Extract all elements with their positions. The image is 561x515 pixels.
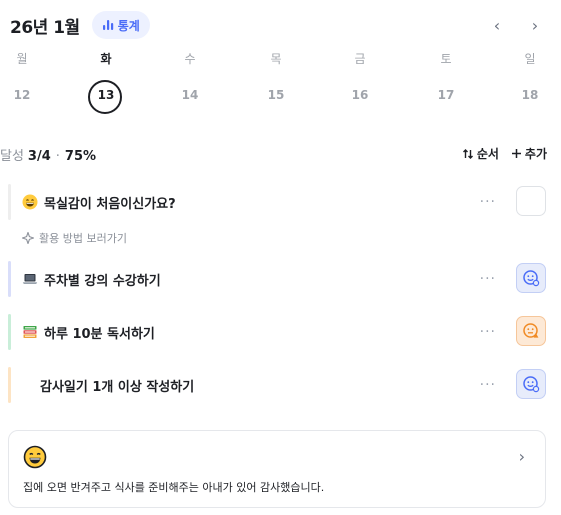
week-nav: ‹ › — [489, 10, 543, 40]
task-checkbox[interactable] — [516, 263, 546, 293]
weekday-label: 목 — [270, 52, 282, 66]
smile-status-icon — [523, 270, 540, 287]
diary-text: 집에 오면 반겨주고 식사를 준비해주는 아내가 있어 감사했습니다. — [23, 481, 325, 494]
task-title-text: 주차별 강의 수강하기 — [44, 273, 161, 289]
task-title-text: 감사일기 1개 이상 작성하기 — [40, 379, 195, 395]
task-color-bar — [8, 184, 11, 220]
meh-status-icon — [523, 323, 539, 338]
laptop-icon — [22, 274, 38, 284]
plus-icon — [511, 149, 521, 158]
summary-separator: · — [55, 149, 60, 164]
weekday-label: 토 — [440, 52, 452, 66]
weekday-label: 수 — [184, 52, 196, 66]
more-options-button[interactable]: ··· — [480, 377, 496, 393]
task-checkbox[interactable] — [516, 316, 546, 346]
list-actions: 순서 추가 — [462, 145, 547, 162]
task-title: 목실감이 처음이신가요? — [22, 193, 176, 212]
order-button[interactable]: 순서 — [462, 145, 499, 162]
weekday-label: 화 — [100, 52, 112, 66]
more-options-button[interactable]: ··· — [480, 194, 496, 210]
order-label: 순서 — [476, 147, 499, 161]
task-title: 주차별 강의 수강하기 — [22, 270, 161, 289]
next-week-button[interactable]: › — [527, 16, 543, 35]
day-number[interactable]: 17 — [426, 88, 466, 102]
grin-face-icon — [22, 194, 38, 210]
achievement-percent: 75% — [64, 149, 97, 164]
prev-week-button[interactable]: ‹ — [489, 16, 505, 35]
task-color-bar — [8, 314, 11, 350]
chart-icon — [102, 20, 113, 30]
task-title-text: 목실감이 처음이신가요? — [44, 196, 176, 212]
achievement-count: 3/4 — [27, 149, 51, 164]
more-options-button[interactable]: ··· — [480, 324, 496, 340]
task-row[interactable]: 감사일기 1개 이상 작성하기 ··· — [8, 367, 548, 403]
achievement-label: 달성 — [0, 149, 24, 164]
task-title: 하루 10분 독서하기 — [22, 323, 155, 342]
task-row[interactable]: 주차별 강의 수강하기 ··· — [8, 261, 548, 297]
calendar-header: 26년 1월 통계 — [10, 10, 150, 40]
task-checkbox[interactable] — [516, 186, 546, 216]
add-button[interactable]: 추가 — [511, 145, 547, 162]
day-number[interactable]: 15 — [256, 88, 296, 102]
weekday-label: 월 — [16, 52, 28, 66]
books-icon — [23, 326, 37, 338]
sparkle-icon — [22, 232, 34, 244]
month-title: 26년 1월 — [10, 17, 80, 38]
day-number[interactable]: 12 — [2, 88, 42, 102]
smile-status-icon — [523, 376, 540, 393]
stats-button[interactable]: 통계 — [91, 11, 150, 39]
task-checkbox[interactable] — [516, 369, 546, 399]
task-color-bar — [8, 367, 11, 403]
more-options-button[interactable]: ··· — [480, 271, 496, 287]
chevron-right-icon: › — [518, 447, 525, 466]
task-title: 감사일기 1개 이상 작성하기 — [40, 376, 194, 395]
grin-face-icon — [23, 445, 47, 469]
add-label: 추가 — [524, 147, 547, 161]
task-title-text: 하루 10분 독서하기 — [44, 326, 155, 342]
selected-day-ring — [88, 80, 122, 114]
day-number[interactable]: 18 — [510, 88, 550, 102]
achievement-summary: 달성 3/4 · 75% — [0, 145, 96, 164]
weekday-label: 금 — [354, 52, 366, 66]
day-number[interactable]: 16 — [340, 88, 380, 102]
sort-icon — [462, 148, 473, 159]
stats-label: 통계 — [117, 18, 140, 33]
task-row[interactable]: 하루 10분 독서하기 ··· — [8, 314, 548, 350]
day-number[interactable]: 14 — [170, 88, 210, 102]
guide-link[interactable]: 활용 방법 보러가기 — [22, 230, 127, 246]
diary-card[interactable]: › 집에 오면 반겨주고 식사를 준비해주는 아내가 있어 감사했습니다. — [8, 430, 546, 508]
task-row[interactable]: 목실감이 처음이신가요? ··· — [8, 184, 548, 220]
task-color-bar — [8, 261, 11, 297]
guide-label: 활용 방법 보러가기 — [39, 232, 127, 245]
weekday-label: 일 — [524, 52, 536, 66]
